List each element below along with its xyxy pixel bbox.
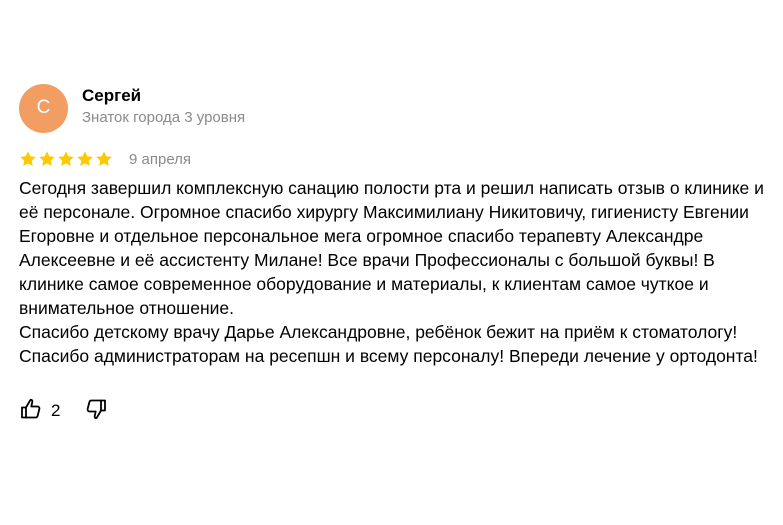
thumbs-down-icon [84,397,108,426]
like-button[interactable]: 2 [19,397,60,426]
author-info: Сергей Знаток города 3 уровня [82,85,245,129]
star-icon [20,151,36,167]
review-meta: 9 апреля [19,148,769,170]
review-actions: 2 [19,398,769,424]
review-paragraph: Сегодня завершил комплексную санацию пол… [19,178,764,318]
like-count: 2 [51,401,61,420]
star-icon [58,151,74,167]
dislike-button[interactable] [84,397,108,426]
avatar[interactable]: С [19,83,68,133]
review-paragraph: Спасибо детскому врачу Дарье Александров… [19,322,758,366]
star-rating [19,150,113,168]
thumbs-up-icon [19,397,43,426]
star-icon [39,151,55,167]
review-date: 9 апреля [129,150,192,168]
star-icon [77,151,93,167]
review-card: С Сергей Знаток города 3 уровня 9 апреля… [19,78,769,424]
author-name[interactable]: Сергей [82,85,245,107]
review-header: С Сергей Знаток города 3 уровня [19,78,769,134]
star-icon [96,151,112,167]
avatar-initial: С [36,97,51,118]
review-text: Сегодня завершил комплексную санацию пол… [19,176,767,368]
author-level: Знаток города 3 уровня [82,109,246,126]
